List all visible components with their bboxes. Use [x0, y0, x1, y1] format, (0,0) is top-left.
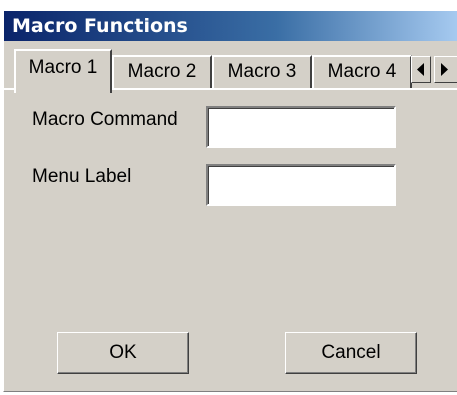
tab-strip: Macro 1 Macro 2 Macro 3 Macro 4: [4, 41, 457, 93]
title-bar[interactable]: Macro Functions: [4, 11, 457, 41]
window-title: Macro Functions: [12, 15, 188, 37]
tab-macro-3[interactable]: Macro 3: [212, 55, 312, 89]
menu-label-field[interactable]: [206, 164, 396, 206]
triangle-right-icon: [441, 63, 448, 76]
macro-functions-dialog: Macro Functions Macro 1 Macro 2 Macro 3 …: [3, 10, 457, 392]
tab-scroll-left-button[interactable]: [411, 56, 431, 83]
triangle-left-icon: [417, 63, 424, 76]
menu-label-input[interactable]: [208, 166, 394, 204]
tab-macro-1[interactable]: Macro 1: [14, 49, 112, 93]
macro-command-label: Macro Command: [32, 109, 178, 130]
ok-button[interactable]: OK: [57, 332, 189, 374]
tab-scroll-right-button[interactable]: [434, 56, 457, 83]
macro-command-input[interactable]: [208, 108, 394, 146]
tab-macro-4[interactable]: Macro 4: [312, 55, 412, 89]
menu-label-label: Menu Label: [32, 166, 132, 187]
cancel-button[interactable]: Cancel: [285, 332, 417, 374]
macro-command-field[interactable]: [206, 106, 396, 148]
tab-macro-2[interactable]: Macro 2: [112, 55, 212, 89]
